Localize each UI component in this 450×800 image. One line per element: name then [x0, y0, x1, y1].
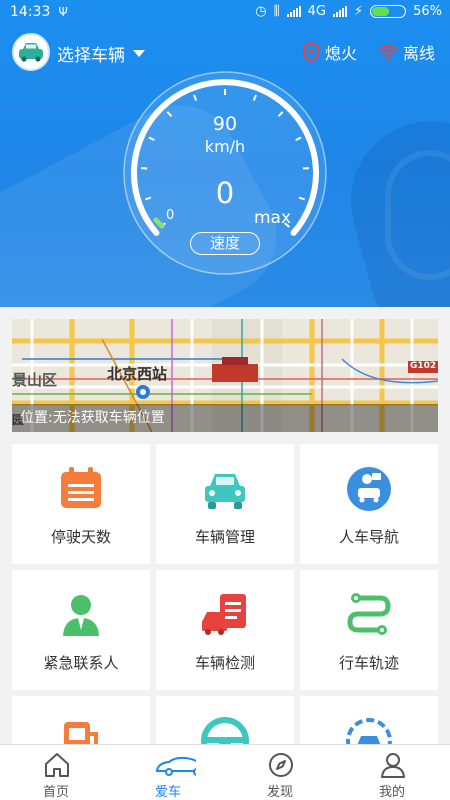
- charging-icon: ⚡: [353, 4, 364, 19]
- select-car-label: 选择车辆: [57, 46, 125, 66]
- hero-header: 14:33 Ψ ◷ ⫼ 4G ⚡ 56% 选择车辆 熄火 离线 90 km/h …: [0, 0, 450, 307]
- map-label: G102: [410, 361, 437, 371]
- compass-icon: [269, 753, 293, 777]
- tile-label: 行车轨迹: [338, 654, 399, 672]
- connection-status[interactable]: 离线: [378, 40, 435, 64]
- bottom-navigation: 首页 爱车 发现 我的: [0, 744, 450, 800]
- tile-vehicle-check[interactable]: 车辆检测: [156, 570, 294, 690]
- calendar-icon: [61, 467, 101, 508]
- track-icon: [347, 593, 391, 635]
- nav-discover[interactable]: 发现: [224, 745, 336, 800]
- gauge-max-label: max: [254, 208, 292, 228]
- status-time: 14:33: [10, 4, 51, 20]
- connection-status-label: 离线: [403, 44, 436, 63]
- wifi-off-icon: [378, 45, 398, 61]
- tile-label: 车辆检测: [194, 654, 255, 672]
- nav-my-car[interactable]: 爱车: [112, 745, 224, 800]
- status-bar: 14:33 Ψ ◷ ⫼ 4G ⚡ 56%: [0, 0, 450, 26]
- shield-icon: [303, 42, 319, 62]
- car-icon: [19, 43, 43, 62]
- battery-icon: [370, 5, 407, 18]
- engine-status[interactable]: 熄火: [302, 40, 357, 64]
- car-outline-icon: [155, 756, 196, 776]
- tile-label: 人车导航: [338, 528, 399, 546]
- car-avatar[interactable]: [12, 33, 50, 71]
- battery-percent: 56%: [413, 4, 442, 19]
- vehicle-check-icon: [202, 594, 246, 635]
- signal-icon: [286, 6, 301, 17]
- gauge-unit: km/h: [204, 137, 246, 156]
- alarm-icon: ◷: [255, 4, 267, 19]
- car-icon: [205, 474, 245, 509]
- tile-driving-track[interactable]: 行车轨迹: [300, 570, 438, 690]
- map-label: 景山区: [12, 371, 58, 389]
- location-text: 位置:无法获取车辆位置: [12, 404, 438, 432]
- nav-label: 首页: [42, 785, 69, 800]
- gauge-min-label: 0: [166, 208, 175, 223]
- gauge-top-value: 90: [212, 113, 238, 135]
- navigation-icon: [347, 467, 391, 511]
- chevron-down-icon: [133, 50, 145, 57]
- contact-person-icon: [63, 595, 99, 636]
- nav-label: 爱车: [154, 785, 181, 800]
- tile-navigation[interactable]: 人车导航: [300, 444, 438, 564]
- nav-home[interactable]: 首页: [0, 745, 112, 800]
- tile-parking-days[interactable]: 停驶天数: [12, 444, 150, 564]
- vehicle-map[interactable]: 景山区 北京西站 G102 园 位置:无法获取车辆位置: [12, 319, 438, 432]
- tile-emergency-contact[interactable]: 紧急联系人: [12, 570, 150, 690]
- top-bar: 选择车辆 熄火 离线: [0, 30, 450, 74]
- usb-icon: Ψ: [58, 5, 68, 19]
- background-decoration: [385, 150, 450, 280]
- tile-vehicle-management[interactable]: 车辆管理: [156, 444, 294, 564]
- home-icon: [45, 753, 69, 777]
- speed-gauge: 90 km/h 0 0 max 速度: [122, 70, 328, 276]
- engine-status-label: 熄火: [325, 44, 358, 63]
- tile-label: 车辆管理: [194, 528, 255, 546]
- vibrate-icon: ⫼: [273, 4, 280, 19]
- tile-label: 停驶天数: [50, 528, 111, 546]
- user-icon: [381, 753, 405, 778]
- speed-button[interactable]: 速度: [190, 232, 260, 255]
- current-speed: 0: [215, 176, 235, 210]
- select-car-dropdown[interactable]: 选择车辆: [57, 41, 145, 66]
- tile-label: 紧急联系人: [43, 654, 119, 672]
- nav-label: 发现: [266, 785, 293, 800]
- map-label: 北京西站: [107, 365, 168, 383]
- nav-profile[interactable]: 我的: [336, 745, 448, 800]
- network-type: 4G: [307, 4, 326, 19]
- signal-icon: [332, 6, 347, 17]
- nav-label: 我的: [378, 785, 405, 800]
